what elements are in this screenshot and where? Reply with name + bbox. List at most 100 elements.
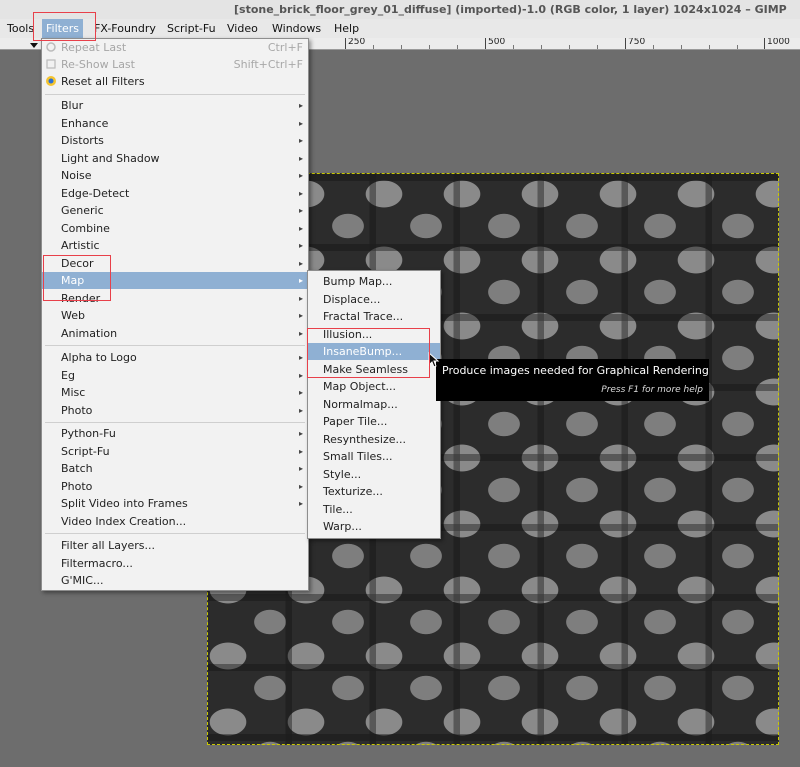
menu-separator	[45, 533, 305, 534]
submenu-arrow-icon: ▸	[298, 499, 303, 508]
ruler-tick	[764, 38, 765, 49]
ruler-minor-tick	[737, 45, 738, 49]
submenu-arrow-icon: ▸	[298, 276, 303, 285]
submenu-arrow-icon: ▸	[298, 118, 303, 128]
menu-item-photo-2[interactable]: Photo ▸	[42, 478, 308, 495]
menu-separator	[45, 94, 305, 95]
menu-item-artistic[interactable]: Artistic ▸	[42, 237, 308, 254]
map-submenu: Bump Map... Displace... Fractal Trace...…	[307, 270, 441, 539]
ruler-minor-tick	[541, 45, 542, 49]
tooltip-text: Produce images needed for Graphical Rend…	[442, 364, 709, 377]
submenu-arrow-icon: ▸	[298, 429, 303, 438]
ruler-minor-tick	[597, 45, 598, 49]
ruler-minor-tick	[401, 45, 402, 49]
menu-item-edge-detect[interactable]: Edge-Detect ▸	[42, 185, 308, 202]
ruler-label-1000: 1000	[767, 38, 790, 47]
menu-script-fu[interactable]: Script-Fu	[163, 19, 220, 38]
tooltip: Produce images needed for Graphical Rend…	[436, 359, 709, 401]
menu-item-enhance[interactable]: Enhance ▸	[42, 115, 308, 132]
title-bar: [stone_brick_floor_grey_01_diffuse] (imp…	[0, 0, 800, 20]
menu-item-alpha-to-logo[interactable]: Alpha to Logo ▸	[42, 349, 308, 366]
annotation-box-illusion-insanebump	[307, 328, 430, 378]
submenu-arrow-icon: ▸	[298, 311, 303, 320]
menu-item-misc[interactable]: Misc ▸	[42, 384, 308, 401]
ruler-minor-tick	[569, 45, 570, 49]
menu-item-photo[interactable]: Photo ▸	[42, 402, 308, 419]
ruler-minor-tick	[373, 45, 374, 49]
menu-item-filtermacro[interactable]: Filtermacro...	[42, 555, 308, 572]
submenu-item-paper-tile[interactable]: Paper Tile...	[308, 413, 440, 430]
reshow-icon	[46, 59, 56, 69]
ruler-tick	[625, 38, 626, 49]
submenu-arrow-icon: ▸	[298, 223, 303, 233]
annotation-box-decor-map	[43, 255, 111, 301]
submenu-item-tile[interactable]: Tile...	[308, 501, 440, 518]
menu-item-video-index[interactable]: Video Index Creation...	[42, 513, 308, 530]
submenu-arrow-icon: ▸	[298, 258, 303, 268]
ruler-minor-tick	[429, 45, 430, 49]
ruler-label-250: 250	[348, 38, 366, 47]
menu-item-generic[interactable]: Generic ▸	[42, 202, 308, 219]
menu-item-blur[interactable]: Blur ▸	[42, 97, 308, 114]
menu-item-batch[interactable]: Batch ▸	[42, 460, 308, 477]
submenu-arrow-icon: ▸	[298, 153, 303, 163]
menu-item-light-and-shadow[interactable]: Light and Shadow ▸	[42, 150, 308, 167]
menu-item-gmic[interactable]: G'MIC...	[42, 572, 308, 589]
ruler-tick	[345, 38, 346, 49]
submenu-item-displace[interactable]: Displace...	[308, 291, 440, 308]
menu-item-reshow-last[interactable]: Re-Show Last Shift+Ctrl+F	[42, 56, 308, 73]
submenu-arrow-icon: ▸	[298, 188, 303, 198]
submenu-item-small-tiles[interactable]: Small Tiles...	[308, 448, 440, 465]
ruler-label-500: 500	[488, 38, 506, 47]
menu-item-repeat-last[interactable]: Repeat Last Ctrl+F	[42, 39, 308, 56]
submenu-item-resynthesize[interactable]: Resynthesize...	[308, 431, 440, 448]
submenu-arrow-icon: ▸	[298, 446, 303, 456]
menu-item-filter-all-layers[interactable]: Filter all Layers...	[42, 537, 308, 554]
menu-help[interactable]: Help	[330, 19, 363, 38]
menu-item-script-fu[interactable]: Script-Fu ▸	[42, 443, 308, 460]
annotation-box-filters	[33, 12, 96, 41]
ruler-minor-tick	[513, 45, 514, 49]
submenu-arrow-icon: ▸	[298, 405, 303, 415]
menu-fx-foundry[interactable]: FX-Foundry	[90, 19, 160, 38]
menu-separator	[45, 345, 305, 346]
submenu-arrow-icon: ▸	[298, 481, 303, 491]
ruler-minor-tick	[709, 45, 710, 49]
menu-item-eg[interactable]: Eg ▸	[42, 367, 308, 384]
menu-windows[interactable]: Windows	[268, 19, 325, 38]
submenu-item-normalmap[interactable]: Normalmap...	[308, 396, 440, 413]
menu-bar: Tools Filters FX-Foundry Script-Fu Video…	[0, 19, 800, 38]
submenu-arrow-icon: ▸	[298, 328, 303, 338]
menu-item-web[interactable]: Web ▸	[42, 307, 308, 324]
ruler-minor-tick	[653, 45, 654, 49]
submenu-item-map-object[interactable]: Map Object...	[308, 378, 440, 395]
submenu-item-bump-map[interactable]: Bump Map...	[308, 273, 440, 290]
submenu-item-texturize[interactable]: Texturize...	[308, 483, 440, 500]
menu-item-noise[interactable]: Noise ▸	[42, 167, 308, 184]
submenu-arrow-icon: ▸	[298, 388, 303, 397]
menu-item-combine[interactable]: Combine ▸	[42, 220, 308, 237]
ruler-corner-arrow-icon[interactable]	[30, 43, 38, 48]
menu-item-python-fu[interactable]: Python-Fu ▸	[42, 425, 308, 442]
reset-filters-icon	[46, 76, 56, 86]
filters-menu: Repeat Last Ctrl+F Re-Show Last Shift+Ctrl…	[41, 38, 309, 591]
menu-video[interactable]: Video	[223, 19, 262, 38]
submenu-arrow-icon: ▸	[298, 206, 303, 215]
menu-item-split-video[interactable]: Split Video into Frames ▸	[42, 495, 308, 512]
submenu-arrow-icon: ▸	[298, 370, 303, 380]
submenu-item-style[interactable]: Style...	[308, 466, 440, 483]
window-title: [stone_brick_floor_grey_01_diffuse] (imp…	[234, 3, 787, 16]
menu-item-distorts[interactable]: Distorts ▸	[42, 132, 308, 149]
menu-separator	[45, 422, 305, 423]
submenu-item-fractal-trace[interactable]: Fractal Trace...	[308, 308, 440, 325]
repeat-icon	[46, 42, 56, 52]
ruler-label-750: 750	[628, 38, 646, 47]
submenu-item-warp[interactable]: Warp...	[308, 518, 440, 535]
menu-item-animation[interactable]: Animation ▸	[42, 325, 308, 342]
ruler-minor-tick	[457, 45, 458, 49]
menu-item-reset-all-filters[interactable]: Reset all Filters	[42, 73, 308, 90]
ruler-minor-tick	[681, 45, 682, 49]
submenu-arrow-icon: ▸	[298, 241, 303, 250]
submenu-arrow-icon: ▸	[298, 293, 303, 303]
submenu-arrow-icon: ▸	[298, 353, 303, 362]
